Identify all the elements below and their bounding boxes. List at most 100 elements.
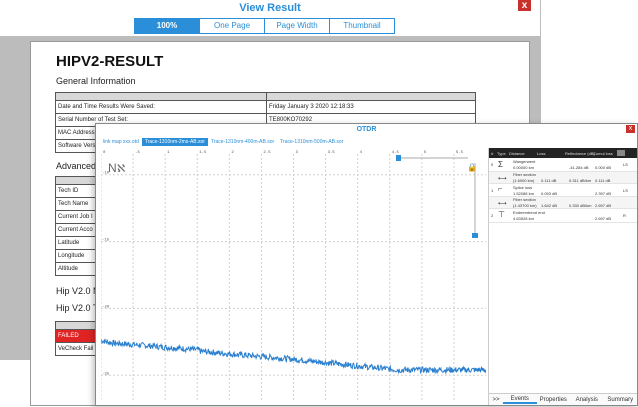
export-icon[interactable] [617, 150, 625, 156]
x-tick-label: 3 [296, 151, 299, 155]
x-tick-label: 5 [424, 151, 427, 155]
event-flag: R [623, 213, 626, 218]
otdr-plot-area[interactable]: N ℵ 0 .5 1 1.5 2 2.5 3 3.5 4 4.5 5 5.5 -10 -15 -20 -25… [100, 148, 487, 402]
event-loss: 0.093 dB [541, 191, 558, 196]
trace-tabs: link map xxx.otd Trace-1310nm-2ms-AB.sor… [100, 138, 346, 146]
event-distance: 4.63528 km [513, 216, 534, 221]
event-num: 0 [491, 162, 494, 167]
advanced-heading: Advanced [56, 161, 97, 171]
x-tick-label: 2.5 [263, 151, 271, 155]
table-row: Tech Name [55, 197, 96, 211]
zoom-tab-page-width[interactable]: Page Width [264, 18, 330, 34]
table-cell: Altitude [55, 262, 96, 276]
col-header: Type [497, 150, 506, 156]
view-result-title: View Result [239, 2, 301, 14]
trace-tab[interactable]: Trace-1310nm-2ms-AB.sor [141, 138, 208, 146]
trace-tab[interactable]: Trace-1310nm-500m-AB.sor [277, 138, 346, 146]
table-cell: Friday January 3 2020 12:18:33 [266, 100, 476, 114]
fiber-section-icon: ⟷ [498, 201, 507, 207]
general-info-heading: General Information [56, 76, 136, 86]
results-table: FAILED VeCheck Fail [54, 321, 97, 356]
y-tick-label: -15 [102, 239, 110, 243]
col-header: Reflectance (dB) [565, 150, 595, 156]
event-label: Fiber section [513, 197, 536, 202]
cursor-n-icon[interactable]: N [108, 161, 117, 175]
event-num: 1 [491, 188, 494, 193]
event-loss: 0.111 dB [541, 178, 557, 183]
otdr-window: OTDR x link map xxx.otd Trace-1310nm-2ms… [95, 123, 638, 406]
y-tick-label: -25 [102, 372, 110, 376]
table-cell: Latitude [55, 236, 96, 250]
tab-events[interactable]: Events [503, 396, 537, 404]
x-tick-label: .5 [135, 151, 140, 155]
event-reflectance: 0.311 dB/km [569, 178, 592, 183]
events-header: # Type Distance Loss Reflectance (dB) Cu… [489, 148, 637, 158]
y-tick-label: -10 [102, 172, 110, 176]
zoom-tab-thumbnail[interactable]: Thumbnail [329, 18, 395, 34]
trace-tab[interactable]: Trace-1310nm-400m-AB.sor [208, 138, 277, 146]
x-tick-label: 4 [360, 151, 363, 155]
table-row: Altitude [55, 262, 96, 276]
hip-heading-2: Hip V2.0 T [56, 303, 99, 313]
x-tick-label: 4.5 [392, 151, 400, 155]
tab-properties[interactable]: Properties [537, 397, 571, 403]
event-row[interactable]: 1 ⌐ Splice loss 1.52088 km 0.093 dB 2.39… [489, 184, 637, 197]
table-cell: Tech ID [55, 184, 96, 198]
lock-icon[interactable]: 🔒 [467, 163, 477, 172]
table-row: Current Job I [55, 210, 96, 224]
sigma-icon: Σ [498, 160, 503, 169]
table-cell: Current Job I [55, 210, 96, 224]
event-row[interactable]: 0 Σ Wangerwent 0.00000 km -41.284 dB 0.0… [489, 158, 637, 172]
otdr-title: OTDR [356, 126, 377, 133]
report-title: HIPV2-RESULT [56, 53, 164, 70]
tab-summary[interactable]: Summary [604, 397, 638, 403]
table-row: Current Acco [55, 223, 96, 237]
event-label: Wangerwent [513, 159, 536, 164]
table-cell: VeCheck Fail [54, 342, 97, 356]
x-tick-label: 2 [231, 151, 234, 155]
event-label: Endeemtrend end [513, 210, 545, 215]
x-tick-label: 3.5 [328, 151, 336, 155]
table-cell: Date and Time Results Were Saved: [55, 100, 267, 114]
event-flag: LS [623, 188, 628, 193]
events-panel: # Type Distance Loss Reflectance (dB) Cu… [488, 148, 637, 405]
close-icon[interactable]: x [518, 0, 531, 11]
cursor-marker-icon[interactable]: ℵ [117, 163, 125, 175]
col-header: Cumul loss [593, 150, 613, 156]
table-row: Latitude [55, 236, 96, 250]
zoom-tab-one-page[interactable]: One Page [199, 18, 265, 34]
v-zoom-handle[interactable] [472, 233, 478, 238]
close-icon[interactable]: x [626, 125, 635, 133]
x-tick-label: 1 [167, 151, 170, 155]
event-cumul: 0.111 dB [595, 178, 611, 183]
zoom-tab-100[interactable]: 100% [134, 18, 200, 34]
event-distance: (1.43700 km) [513, 203, 537, 208]
table-cell: Current Acco [55, 223, 96, 237]
table-cell: Tech Name [55, 197, 96, 211]
event-reflectance: -41.284 dB [569, 165, 589, 170]
advanced-table: Tech ID Tech Name Current Job I Current … [55, 176, 96, 276]
event-distance: 1.52088 km [513, 191, 534, 196]
expand-button[interactable]: >> [489, 397, 503, 403]
event-row[interactable]: ⟷ Fiber section (1.6000 km) 0.111 dB 0.3… [489, 172, 637, 184]
splice-icon: ⌐ [498, 186, 503, 193]
otdr-chart[interactable]: N ℵ 0 .5 1 1.5 2 2.5 3 3.5 4 4.5 5 5.5 -10 -15 -20 -25… [100, 148, 487, 402]
event-distance: 0.00000 km [513, 165, 534, 170]
table-row: FAILED [54, 329, 97, 343]
col-header: Loss [537, 150, 546, 156]
event-row[interactable]: 2 ⊤ Endeemtrend end 4.63528 km 2.697 dB … [489, 209, 637, 223]
table-row: VeCheck Fail [54, 342, 97, 356]
panel-tabs: >> Events Properties Analysis Summary [489, 393, 637, 405]
table-row: Date and Time Results Were Saved: Friday… [55, 100, 476, 114]
event-row[interactable]: ⟷ Fiber section (1.43700 km) 1.642 dB 0.… [489, 197, 637, 209]
x-tick-label: 1.5 [199, 151, 207, 155]
tab-analysis[interactable]: Analysis [570, 397, 604, 403]
table-row: Tech ID [55, 184, 96, 198]
trace-tab[interactable]: link map xxx.otd [100, 138, 142, 146]
end-marker-icon: ⊤ [498, 210, 505, 219]
h-zoom-handle[interactable] [396, 155, 401, 161]
hip-heading-1: Hip V2.0 M [56, 286, 101, 296]
event-cumul: 2.697 dB [595, 216, 612, 221]
event-num: 2 [491, 213, 494, 218]
table-row: Longitude [55, 249, 96, 263]
